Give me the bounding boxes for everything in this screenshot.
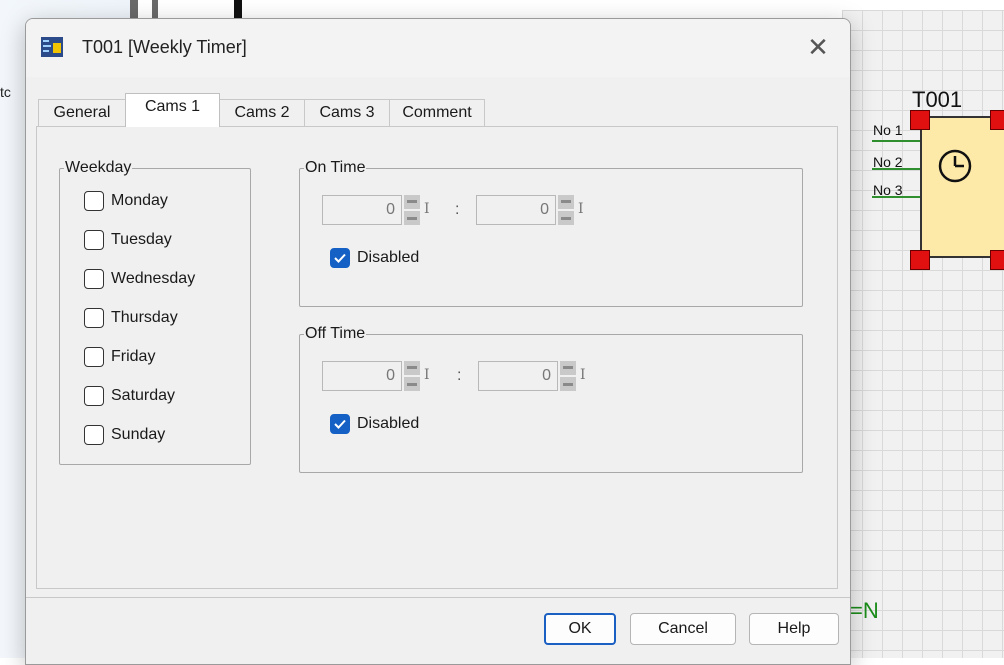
off-time-minutes-input[interactable]: 0 — [478, 361, 558, 391]
spin-down-icon[interactable] — [404, 377, 420, 391]
spin-suffix: I — [424, 201, 430, 217]
spin-up-icon[interactable] — [560, 361, 576, 375]
spin-down-icon[interactable] — [560, 377, 576, 391]
spin-suffix: I — [580, 367, 586, 383]
spin-up-icon[interactable] — [404, 361, 420, 375]
tab-panel-cams-1: Weekday Monday Tuesday Wednesday Thursda… — [36, 126, 838, 589]
on-time-minutes-spinner[interactable] — [558, 195, 574, 225]
checkmark-icon — [334, 419, 346, 429]
thursday-checkbox[interactable]: Thursday — [84, 306, 178, 330]
checkbox-label: Thursday — [111, 309, 178, 326]
checkbox-label: Monday — [111, 192, 168, 209]
off-time-minutes-spinner[interactable] — [560, 361, 576, 391]
spin-down-icon[interactable] — [558, 211, 574, 225]
pin-label: No 1 — [873, 122, 903, 138]
close-button[interactable]: ✕ — [804, 33, 832, 61]
time-separator: : — [457, 367, 462, 384]
checkbox-box — [84, 386, 104, 406]
sunday-checkbox[interactable]: Sunday — [84, 423, 165, 447]
checkmark-icon — [334, 253, 346, 263]
checkbox-label: Saturday — [111, 387, 176, 404]
spin-suffix: I — [578, 201, 584, 217]
equation-text: =N — [850, 598, 879, 623]
tuesday-checkbox[interactable]: Tuesday — [84, 228, 172, 252]
off-time-disabled-checkbox[interactable]: Disabled — [330, 412, 419, 436]
on-time-legend: On Time — [305, 159, 366, 176]
checkbox-label: Friday — [111, 348, 156, 365]
weekday-group: Weekday Monday Tuesday Wednesday Thursda… — [59, 159, 251, 465]
off-time-hours-spinner[interactable] — [404, 361, 420, 391]
time-separator: : — [455, 201, 460, 218]
tab-cams-3[interactable]: Cams 3 — [304, 99, 390, 126]
pin-label: No 2 — [873, 154, 903, 170]
title-bar[interactable]: T001 [Weekly Timer] ✕ — [26, 19, 850, 77]
weekday-legend: Weekday — [65, 159, 132, 176]
tab-comment[interactable]: Comment — [389, 99, 485, 126]
off-time-legend: Off Time — [305, 325, 366, 342]
cancel-button[interactable]: Cancel — [630, 613, 736, 645]
pin-wire — [872, 140, 920, 142]
checkbox-box — [84, 230, 104, 250]
checkbox-box — [84, 425, 104, 445]
saturday-checkbox[interactable]: Saturday — [84, 384, 175, 408]
checkbox-box — [84, 308, 104, 328]
workspace-top-strip — [130, 0, 1004, 10]
toolbar-fragment — [152, 0, 158, 20]
on-time-disabled-checkbox[interactable]: Disabled — [330, 246, 419, 270]
checkbox-label: Wednesday — [111, 270, 196, 287]
checkbox-box — [84, 347, 104, 367]
wednesday-checkbox[interactable]: Wednesday — [84, 267, 195, 291]
checkbox-label: Disabled — [357, 415, 420, 432]
toolbar-fragment — [130, 0, 138, 20]
checkbox-box — [330, 248, 350, 268]
checkbox-label: Disabled — [357, 249, 420, 266]
checkbox-label: Tuesday — [111, 231, 172, 248]
timer-block[interactable] — [920, 116, 1004, 258]
tab-cams-2[interactable]: Cams 2 — [219, 99, 305, 126]
selection-handle[interactable] — [990, 250, 1004, 270]
clock-icon — [938, 149, 972, 183]
footer-divider — [26, 597, 850, 598]
selection-handle[interactable] — [990, 110, 1004, 130]
tab-cams-1[interactable]: Cams 1 — [125, 93, 220, 127]
weekly-timer-dialog: T001 [Weekly Timer] ✕ General Cams 1 Cam… — [25, 18, 851, 665]
help-button[interactable]: Help — [749, 613, 839, 645]
off-time-hours-input[interactable]: 0 — [322, 361, 402, 391]
ok-button[interactable]: OK — [544, 613, 616, 645]
on-time-hours-input[interactable]: 0 — [322, 195, 402, 225]
app-icon — [41, 37, 63, 57]
spin-suffix: I — [424, 367, 430, 383]
spin-up-icon[interactable] — [404, 195, 420, 209]
toolbar-fragment — [234, 0, 242, 20]
on-time-group: On Time 0 I : 0 I Disabled — [299, 159, 803, 307]
selection-handle[interactable] — [910, 110, 930, 130]
checkbox-label: Sunday — [111, 426, 166, 443]
spin-up-icon[interactable] — [558, 195, 574, 209]
selection-handle[interactable] — [910, 250, 930, 270]
close-icon: ✕ — [807, 32, 829, 62]
monday-checkbox[interactable]: Monday — [84, 189, 168, 213]
on-time-hours-spinner[interactable] — [404, 195, 420, 225]
checkbox-box — [84, 269, 104, 289]
background-text-fragment: tc — [0, 84, 11, 100]
tab-general[interactable]: General — [38, 99, 126, 126]
spin-down-icon[interactable] — [404, 211, 420, 225]
pin-label: No 3 — [873, 182, 903, 198]
on-time-minutes-input[interactable]: 0 — [476, 195, 556, 225]
friday-checkbox[interactable]: Friday — [84, 345, 155, 369]
checkbox-box — [330, 414, 350, 434]
off-time-group: Off Time 0 I : 0 I Disabled — [299, 325, 803, 473]
dialog-title: T001 [Weekly Timer] — [82, 37, 247, 57]
checkbox-box — [84, 191, 104, 211]
